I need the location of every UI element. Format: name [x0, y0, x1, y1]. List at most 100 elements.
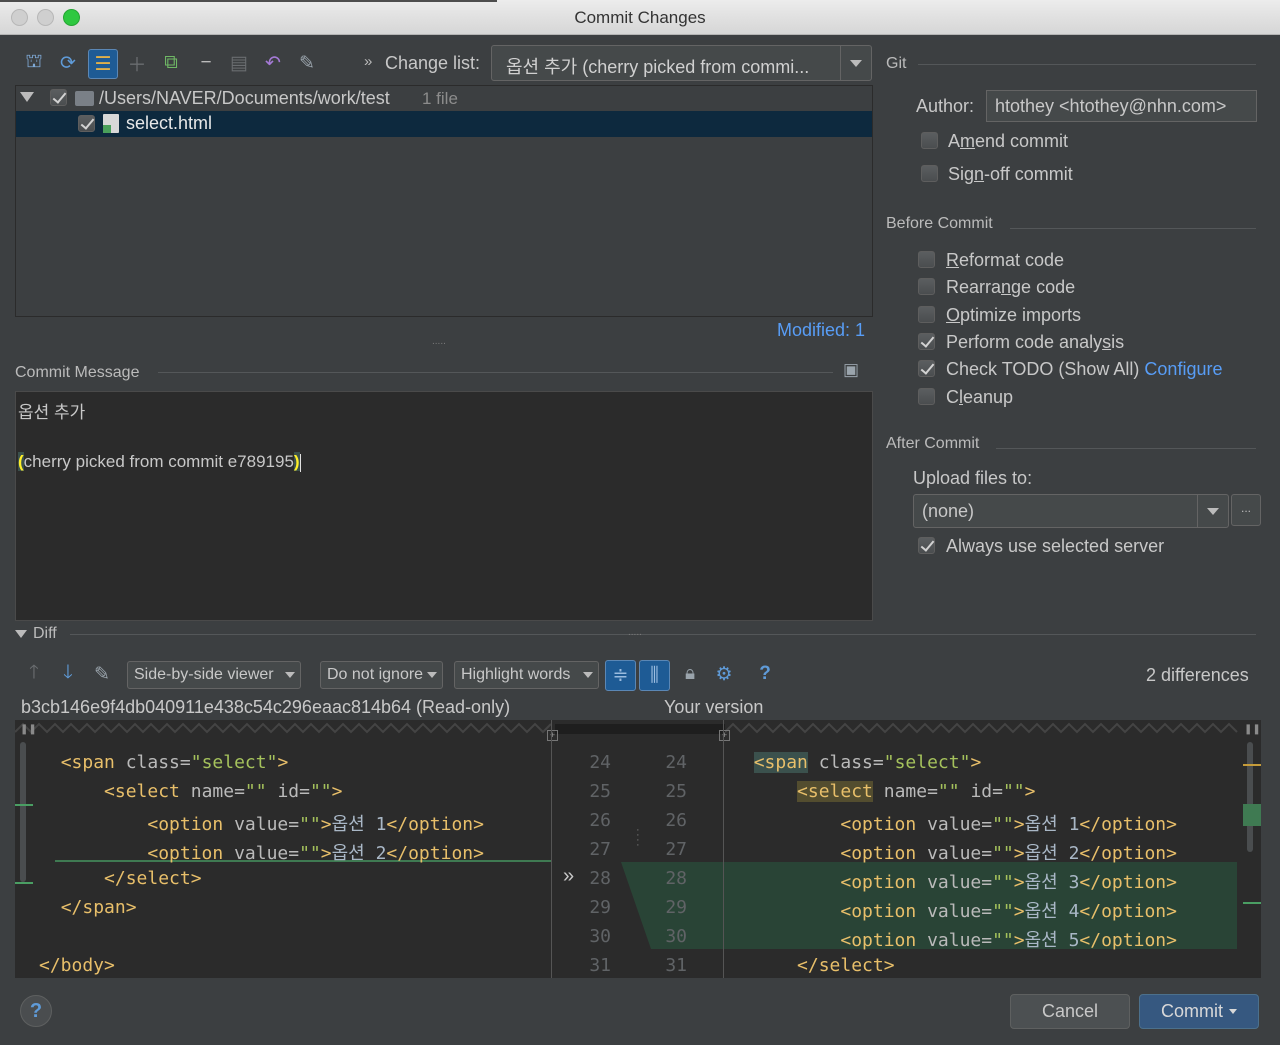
- upload-server-select[interactable]: (none): [913, 494, 1229, 528]
- viewer-select[interactable]: Side-by-side viewer: [127, 661, 301, 689]
- expand-folded-icon[interactable]: +: [719, 730, 730, 741]
- commit-message-editor[interactable]: 옵션 추가 (cherry picked from commit e789195…: [15, 391, 873, 621]
- code-line[interactable]: <option value="">옵션 2</option>: [732, 839, 1177, 865]
- chevron-down-icon[interactable]: [1197, 495, 1228, 527]
- cleanup-checkbox[interactable]: [918, 388, 935, 405]
- rearrange-code-label: Rearrange code: [946, 277, 1076, 297]
- highlight-select[interactable]: Highlight words: [454, 661, 599, 689]
- code-tag: >: [1013, 930, 1025, 951]
- code-string: "": [992, 930, 1014, 951]
- line-number: 24: [665, 752, 687, 773]
- code-line[interactable]: <option value="">옵션 5</option>: [732, 926, 1177, 952]
- lock-icon[interactable]: 🔒︎: [677, 661, 703, 687]
- right-scrollbar[interactable]: [1247, 742, 1253, 852]
- splitter-handle[interactable]: · · · ·: [636, 825, 640, 851]
- sign-off-commit-checkbox[interactable]: [921, 165, 938, 182]
- commit-history-icon[interactable]: ▣: [843, 360, 863, 380]
- code-string: "": [299, 843, 321, 864]
- check-todo-checkbox[interactable]: [918, 360, 935, 377]
- file-row-selected[interactable]: select.html: [16, 111, 872, 137]
- amend-commit-checkbox[interactable]: [921, 132, 938, 149]
- configure-link[interactable]: Configure: [1144, 359, 1222, 379]
- chevron-down-icon: [1229, 1009, 1237, 1014]
- browse-servers-button[interactable]: ...: [1231, 494, 1261, 526]
- code-line[interactable]: <option value="">옵션 2</option>: [39, 839, 484, 865]
- code-line[interactable]: <span class="select">: [39, 752, 289, 773]
- right-diff-header: Your version: [664, 697, 764, 717]
- add-icon[interactable]: ＋: [124, 50, 150, 76]
- rearrange-code-checkbox[interactable]: [918, 278, 935, 295]
- code-line[interactable]: </select>: [39, 868, 202, 889]
- code-line[interactable]: <select name="" id="">: [732, 781, 1036, 802]
- code-line[interactable]: </select>: [732, 955, 895, 976]
- code-tag: >: [1013, 901, 1025, 922]
- edit-source-icon[interactable]: ✎: [89, 661, 115, 687]
- code-line[interactable]: <select name="" id="">: [39, 781, 342, 802]
- edit-source-icon[interactable]: ✎: [294, 50, 320, 76]
- code-text: 옵션 1: [1024, 814, 1080, 835]
- root-checkbox[interactable]: [50, 89, 67, 106]
- code-tag: </span>: [60, 897, 137, 918]
- file-checkbox[interactable]: [78, 115, 95, 132]
- code-line[interactable]: <option value="">옵션 4</option>: [732, 897, 1177, 923]
- reformat-code-checkbox[interactable]: [918, 251, 935, 268]
- settings-gear-icon[interactable]: ⚙: [711, 661, 737, 687]
- help-button[interactable]: ?: [20, 995, 52, 1027]
- git-section-title: Git: [886, 55, 907, 72]
- code-attr: value=: [223, 843, 300, 864]
- move-to-changelist-icon[interactable]: ⧉: [158, 50, 184, 76]
- code-line[interactable]: <span class="select">: [732, 752, 981, 773]
- optimize-imports-checkbox[interactable]: [918, 306, 935, 323]
- code-text: 옵션 1: [331, 814, 387, 835]
- line-number: 27: [589, 839, 611, 860]
- author-input[interactable]: htothey <htothey@nhn.com>: [986, 90, 1257, 122]
- expand-folded-icon[interactable]: +: [547, 730, 558, 741]
- code-tag: </select>: [797, 955, 895, 976]
- diff-viewer: ❚❚ ❚❚ + + · · · · » 24 25 26 27 28 29 30 31 24 25 26…: [15, 720, 1261, 978]
- collapse-unchanged-icon[interactable]: ≑: [605, 660, 636, 691]
- always-use-server-checkbox[interactable]: [918, 537, 935, 554]
- splitter-handle[interactable]: .....: [432, 336, 446, 347]
- code-line[interactable]: </span>: [39, 897, 137, 918]
- commit-button[interactable]: Commit: [1139, 994, 1259, 1029]
- code-line[interactable]: <option value="">옵션 1</option>: [732, 810, 1177, 836]
- reformat-code-label: Reformat code: [946, 250, 1065, 270]
- cancel-button[interactable]: Cancel: [1010, 994, 1130, 1029]
- code-attr: value=: [916, 814, 993, 835]
- left-diff-header: b3cb146e9f4db040911e438c54c296eaac814b64…: [21, 697, 511, 717]
- amend-commit-label: Amend commit: [948, 131, 1069, 151]
- previous-difference-icon[interactable]: 🡑: [21, 661, 47, 687]
- code-string: "select": [883, 752, 971, 773]
- show-diff-icon[interactable]: ▤: [226, 50, 252, 76]
- splitter-handle[interactable]: .....: [628, 627, 642, 638]
- line-number: 28: [665, 868, 687, 889]
- code-line[interactable]: </body>: [39, 955, 115, 976]
- chevron-down-icon: [583, 672, 593, 678]
- group-by-directory-icon[interactable]: ☰: [88, 49, 118, 79]
- chevron-down-icon[interactable]: [840, 46, 871, 80]
- refresh-icon[interactable]: ⟳: [55, 50, 81, 76]
- code-string: "": [992, 901, 1014, 922]
- change-list-select[interactable]: 옵션 추가 (cherry picked from commi...: [491, 45, 872, 81]
- help-icon[interactable]: ?: [752, 661, 778, 687]
- more-icon[interactable]: »: [364, 53, 372, 70]
- synchronize-scrolling-icon[interactable]: ⫼: [639, 660, 670, 691]
- ignore-select[interactable]: Do not ignore: [320, 661, 443, 689]
- code-text: 옵션 4: [1024, 901, 1080, 922]
- change-marker: [1243, 764, 1261, 766]
- author-value: htothey <htothey@nhn.com>: [995, 96, 1227, 116]
- perform-code-analysis-checkbox[interactable]: [918, 333, 935, 350]
- commit-icon[interactable]: ⛫: [21, 50, 47, 76]
- next-difference-icon[interactable]: 🡓: [55, 661, 81, 687]
- collapse-icon[interactable]: −: [193, 50, 219, 76]
- paren-body: cherry picked from commit e789195: [23, 452, 294, 471]
- expand-arrow-icon[interactable]: [20, 92, 34, 102]
- code-line[interactable]: <option value="">옵션 3</option>: [732, 868, 1177, 894]
- code-line[interactable]: <option value="">옵션 1</option>: [39, 810, 484, 836]
- sign-off-commit-label: Sign-off commit: [948, 164, 1073, 184]
- diff-collapse-icon[interactable]: [15, 630, 27, 638]
- rollback-icon[interactable]: ↶: [260, 50, 286, 76]
- code-tag: >: [970, 752, 982, 773]
- code-tag: <option: [840, 872, 917, 893]
- left-scrollbar[interactable]: [20, 742, 26, 882]
